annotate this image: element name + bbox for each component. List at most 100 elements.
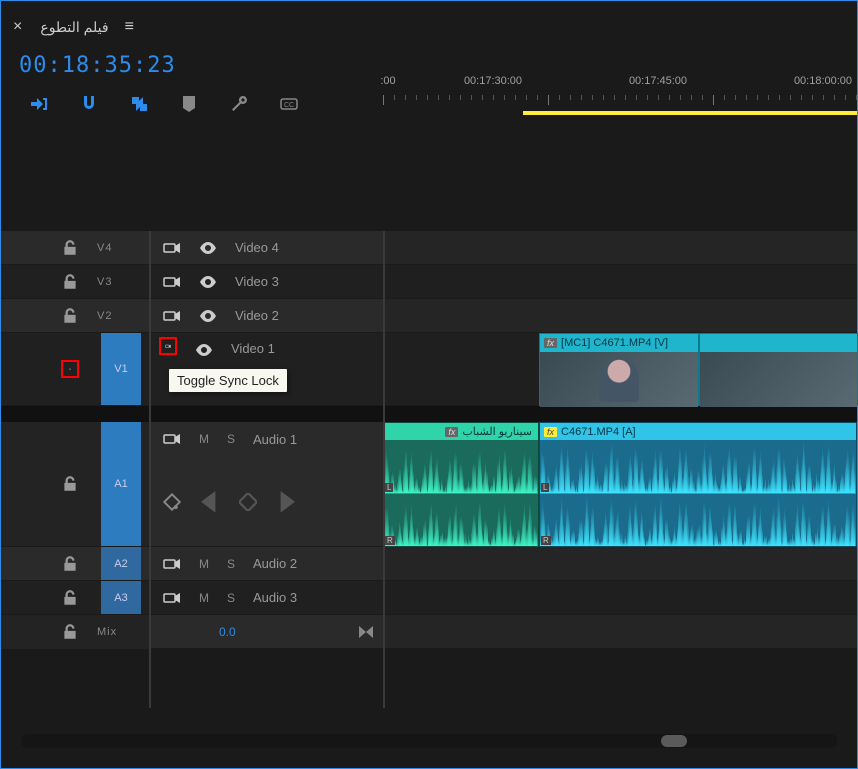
ruler-label: 00:17:45:00 (629, 75, 687, 87)
track-header-mix[interactable]: Mix (1, 615, 149, 649)
track-controls-v1: Video 1 Toggle Sync Lock (149, 333, 383, 406)
lock-icon[interactable] (61, 307, 79, 325)
clip-name: سيناريو الشباب (462, 425, 532, 438)
mute-toggle[interactable]: M (199, 432, 209, 446)
source-patch-v1[interactable]: V1 (101, 333, 141, 405)
sync-lock-icon[interactable] (163, 273, 181, 291)
lock-icon[interactable] (61, 239, 79, 257)
snap-icon[interactable] (79, 94, 99, 114)
add-keyframe-icon[interactable] (239, 493, 257, 511)
prev-keyframe-icon[interactable] (201, 493, 219, 511)
solo-toggle[interactable]: S (227, 557, 235, 571)
lock-icon[interactable] (61, 623, 79, 641)
mix-label: Mix (97, 626, 117, 638)
scroll-thumb[interactable] (661, 735, 687, 747)
source-patch-a3[interactable]: A3 (101, 581, 141, 614)
sequence-title[interactable]: فيلم التطوع (40, 19, 108, 36)
settings-wrench-icon[interactable] (229, 94, 249, 114)
mute-toggle[interactable]: M (199, 557, 209, 571)
work-area-bar[interactable] (523, 111, 857, 115)
time-ruler[interactable]: :00 00:17:30:00 00:17:45:00 00:18:00:00 (383, 53, 857, 111)
sync-lock-icon[interactable] (163, 589, 181, 607)
tooltip: Toggle Sync Lock (169, 369, 287, 392)
track-header-a2[interactable]: A2 (1, 547, 149, 581)
track-name: Audio 3 (253, 590, 297, 605)
timeline-toolbar: CC (19, 94, 383, 114)
sync-lock-icon[interactable] (163, 555, 181, 573)
sync-lock-icon[interactable] (163, 239, 181, 257)
source-patch-a2[interactable]: A2 (101, 547, 141, 580)
lock-icon[interactable] (61, 273, 79, 291)
eye-icon[interactable] (199, 239, 217, 257)
audio-clip[interactable]: سيناريو الشباب fx L R (383, 422, 539, 547)
channel-badge: R (385, 536, 395, 545)
insert-overwrite-icon[interactable] (29, 94, 49, 114)
close-sequence-button[interactable]: × (13, 18, 22, 36)
track-header-v2[interactable]: V2 (1, 299, 149, 333)
track-controls-mix: 0.0 (149, 615, 383, 649)
captions-icon[interactable]: CC (279, 94, 299, 114)
channel-badge: L (385, 483, 393, 492)
fx-badge[interactable]: fx (544, 427, 557, 437)
clip-area[interactable]: fx [MC1] C4671.MP4 [V] سيناريو الشباب fx… (383, 231, 857, 649)
track-controls-v3: Video 3 (149, 265, 383, 299)
eye-icon[interactable] (195, 341, 213, 359)
channel-badge: R (541, 536, 551, 545)
track-id: V3 (97, 276, 112, 288)
eye-icon[interactable] (199, 307, 217, 325)
fx-badge[interactable]: fx (544, 338, 557, 348)
clip-name: C4671.MP4 [A] (561, 426, 636, 438)
audio-clip[interactable]: fx C4671.MP4 [A] L R (539, 422, 857, 547)
ruler-label: 00:17:30:00 (464, 75, 522, 87)
sync-lock-icon[interactable] (163, 430, 181, 448)
track-name: Video 2 (235, 308, 279, 323)
track-name: Video 3 (235, 274, 279, 289)
track-header-v4[interactable]: V4 (1, 231, 149, 265)
video-clip[interactable]: fx [MC1] C4671.MP4 [V] (539, 333, 699, 406)
current-timecode[interactable]: 00:18:35:23 (19, 53, 383, 78)
source-patch-a1[interactable]: A1 (101, 422, 141, 546)
lock-icon[interactable] (61, 360, 79, 378)
track-header-v3[interactable]: V3 (1, 265, 149, 299)
channel-badge: L (541, 483, 549, 492)
sync-lock-icon[interactable] (163, 307, 181, 325)
clip-name: [MC1] C4671.MP4 [V] (561, 337, 668, 349)
sequence-header: × فيلم التطوع ≡ (1, 1, 857, 53)
mix-volume[interactable]: 0.0 (219, 625, 236, 639)
panel-menu-button[interactable]: ≡ (125, 18, 134, 36)
marker-icon[interactable] (179, 94, 199, 114)
fx-badge[interactable]: fx (445, 427, 458, 437)
track-controls-v4: Video 4 (149, 231, 383, 265)
track-controls-a2: M S Audio 2 (149, 547, 383, 581)
track-id: V2 (97, 310, 112, 322)
pan-icon[interactable] (359, 626, 373, 638)
ruler-label: :00 (380, 75, 395, 87)
track-header-v1[interactable]: V1 (1, 333, 149, 406)
linked-selection-icon[interactable] (129, 94, 149, 114)
track-name: Video 4 (235, 240, 279, 255)
solo-toggle[interactable]: S (227, 591, 235, 605)
track-controls-a1: M S Audio 1 (149, 422, 383, 547)
next-keyframe-icon[interactable] (277, 493, 295, 511)
timecode-toolbar-row: 00:18:35:23 CC :00 00:17:30:00 00:17:45:… (1, 53, 857, 114)
video-clip[interactable] (699, 333, 858, 406)
track-name: Audio 2 (253, 556, 297, 571)
track-controls-a3: M S Audio 3 (149, 581, 383, 615)
ruler-label: 00:18:00:00 (794, 75, 852, 87)
lock-icon[interactable] (61, 555, 79, 573)
lock-icon[interactable] (61, 589, 79, 607)
track-id: V4 (97, 242, 112, 254)
track-controls-v2: Video 2 (149, 299, 383, 333)
timeline-scrollbar[interactable] (21, 734, 837, 748)
eye-icon[interactable] (199, 273, 217, 291)
track-header-a3[interactable]: A3 (1, 581, 149, 615)
clip-thumbnail (540, 352, 698, 407)
lock-icon[interactable] (61, 475, 79, 493)
solo-toggle[interactable]: S (227, 432, 235, 446)
svg-text:CC: CC (284, 102, 294, 109)
track-header-a1[interactable]: A1 (1, 422, 149, 547)
sync-lock-icon[interactable] (159, 337, 177, 355)
mute-toggle[interactable]: M (199, 591, 209, 605)
keyframe-diamond-icon[interactable] (163, 493, 181, 511)
track-name: Video 1 (231, 341, 275, 356)
